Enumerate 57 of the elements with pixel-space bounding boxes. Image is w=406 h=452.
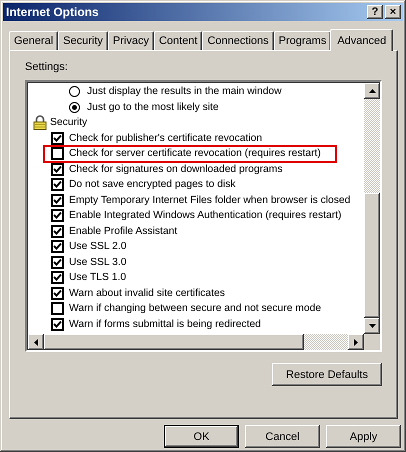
tab[interactable]: Privacy [108, 31, 154, 50]
scroll-up-button[interactable] [364, 83, 380, 99]
checkbox[interactable] [51, 178, 64, 192]
option-label: Empty Temporary Internet Files folder when browser is closed [69, 194, 350, 206]
option-label: Just display the results in the main window [87, 86, 282, 98]
window-title: Internet Options [6, 5, 99, 19]
tab[interactable]: Content [154, 31, 202, 50]
restore-defaults-button[interactable]: Restore Defaults [272, 363, 382, 386]
option-label: Use SSL 2.0 [69, 241, 126, 252]
checkbox[interactable] [51, 240, 64, 254]
option-label: Check for server certificate revocation (requires restart) [69, 148, 321, 160]
scrollbar-corner [364, 334, 380, 350]
right-arrow-icon [354, 338, 358, 346]
checkbox[interactable] [51, 271, 64, 284]
checkbox[interactable] [51, 302, 64, 316]
option-label: Use SSL 3.0 [69, 256, 126, 268]
checkbox[interactable] [51, 209, 64, 222]
up-arrow-icon [368, 89, 376, 93]
option-label: Warn if forms submittal is being redirected [69, 318, 261, 330]
scroll-thumb[interactable] [364, 193, 380, 318]
close-button[interactable]: × [385, 5, 401, 19]
checkbox[interactable] [51, 147, 64, 160]
radio-button[interactable] [69, 102, 80, 113]
checkbox[interactable] [51, 162, 64, 176]
radio-button[interactable] [69, 86, 80, 98]
checkbox[interactable] [51, 224, 64, 238]
checkbox[interactable] [51, 286, 64, 300]
option-label: Just go to the most likely site [87, 102, 219, 113]
option-label: Warn if changing between secure and not secure mode [69, 303, 322, 314]
scroll-left-button[interactable] [28, 334, 44, 350]
dialog-button[interactable]: Cancel [245, 425, 320, 448]
tab[interactable]: Programs [274, 31, 332, 50]
group-label: Security [50, 117, 88, 128]
tab[interactable]: Advanced [330, 29, 394, 51]
down-arrow-icon [368, 324, 376, 328]
option-label: Warn about invalid site certificates [69, 288, 225, 299]
option-label: Check for publisher's certificate revocation [69, 132, 262, 144]
tab[interactable]: Connections [202, 31, 274, 50]
checkbox[interactable] [51, 318, 64, 331]
dialog-button[interactable]: OK [164, 425, 239, 448]
tab[interactable]: General [9, 31, 58, 50]
padlock-icon [33, 115, 47, 130]
left-arrow-icon [34, 338, 38, 346]
settings-label: Settings: [25, 61, 69, 75]
option-label: Enable Profile Assistant [69, 226, 178, 237]
option-label: Enable Integrated Windows Authentication (requires restart) [69, 210, 342, 222]
option-label: Do not save encrypted pages to disk [69, 179, 236, 190]
help-button[interactable]: ? [367, 5, 383, 19]
tab[interactable]: Security [58, 31, 108, 50]
scroll-right-button[interactable] [348, 334, 364, 350]
scroll-down-button[interactable] [364, 318, 380, 334]
option-label: Use TLS 1.0 [69, 272, 126, 284]
checkbox[interactable] [51, 132, 64, 145]
checkbox[interactable] [51, 256, 64, 269]
checkbox[interactable] [51, 194, 64, 207]
option-label: Check for signatures on downloaded programs [69, 164, 282, 175]
dialog-button[interactable]: Apply [326, 425, 401, 448]
